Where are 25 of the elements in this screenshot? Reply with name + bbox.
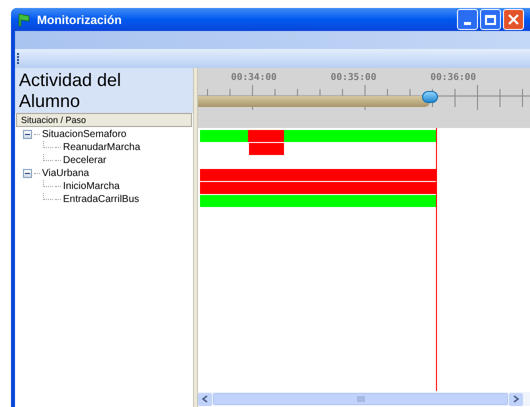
flag-icon — [17, 12, 31, 26]
minimize-button[interactable] — [457, 9, 478, 30]
tree-item[interactable]: ReanudarMarcha — [63, 142, 140, 154]
collapse-icon[interactable] — [23, 169, 32, 178]
tree-item[interactable]: EntradaCarrilBus — [63, 194, 140, 206]
column-header[interactable]: Situacion / Paso — [16, 113, 192, 127]
collapse-icon[interactable] — [23, 130, 32, 139]
panel-title: Actividad del Alumno — [19, 70, 122, 112]
horizontal-scrollbar[interactable] — [198, 392, 530, 406]
tree-item[interactable]: Decelerar — [63, 154, 106, 166]
close-icon — [508, 14, 519, 25]
tree-item[interactable]: InicioMarcha — [63, 180, 120, 192]
close-button[interactable] — [503, 9, 524, 30]
grip-icon[interactable] — [17, 53, 20, 64]
tree-item[interactable]: SituacionSemaforo — [42, 128, 126, 140]
maximize-button[interactable] — [480, 9, 501, 30]
scroll-left-button[interactable] — [198, 392, 212, 406]
slider-handle[interactable] — [422, 91, 438, 103]
time-label: 00:36:00 — [430, 71, 478, 85]
scroll-thumb[interactable] — [213, 393, 508, 405]
time-label: 00:34:00 — [231, 71, 278, 85]
tree-item[interactable]: ViaUrbana — [42, 168, 90, 180]
time-label: 00:35:00 — [330, 71, 378, 85]
scroll-right-button[interactable] — [509, 392, 523, 406]
window-title: Monitorización — [37, 12, 122, 28]
